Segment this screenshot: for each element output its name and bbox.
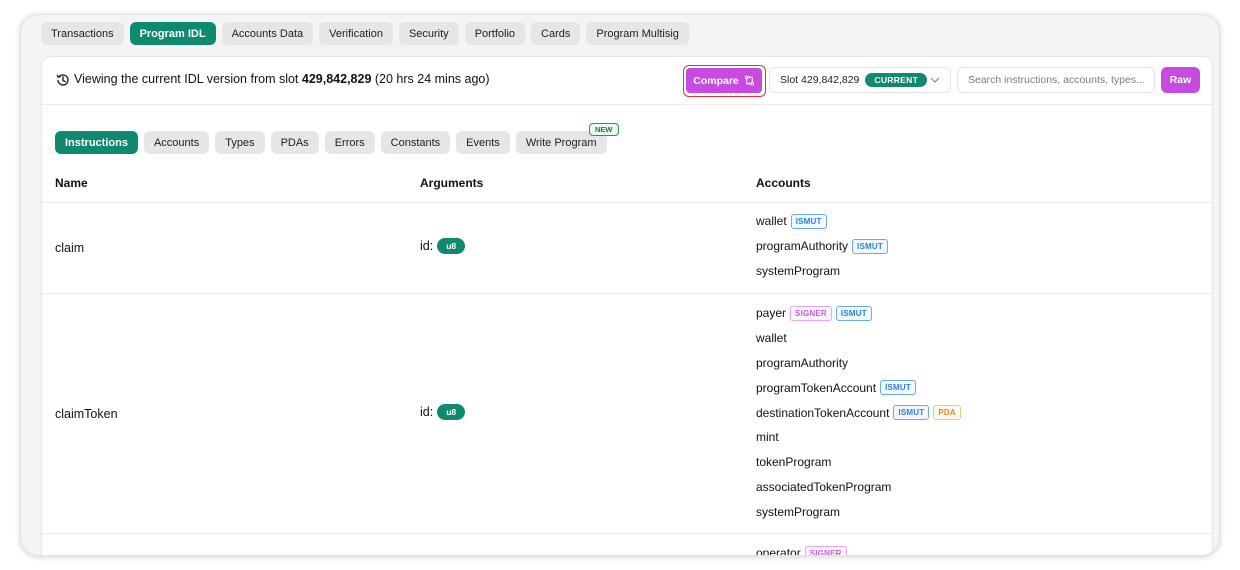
account-name: programTokenAccount [756, 380, 877, 395]
row-divider [42, 533, 1212, 534]
version-info: Viewing the current IDL version from slo… [74, 72, 490, 86]
app-frame: Transactions Program IDL Accounts Data V… [20, 14, 1220, 556]
account-list: wallet ISMUT programAuthority ISMUT syst… [756, 209, 888, 283]
account-item: operator SIGNER [756, 541, 847, 556]
raw-button[interactable]: Raw [1161, 67, 1200, 93]
account-item: destinationTokenAccount ISMUT PDA [756, 400, 961, 425]
account-name: tokenProgram [756, 455, 832, 470]
account-item: systemProgram [756, 259, 888, 284]
version-toolbar: Viewing the current IDL version from slo… [42, 57, 1212, 105]
tab-portfolio[interactable]: Portfolio [464, 22, 526, 45]
subtab-types[interactable]: Types [215, 131, 265, 154]
new-badge: NEW [589, 123, 619, 136]
instruction-name: claim [55, 241, 85, 255]
chevron-down-icon [930, 77, 940, 83]
header-accounts: Accounts [756, 176, 811, 190]
account-name: wallet [756, 331, 787, 346]
git-compare-icon [744, 75, 754, 86]
argument-name: id: [420, 239, 434, 253]
header-name: Name [55, 176, 88, 190]
instruction-name: claimToken [55, 407, 118, 421]
slot-select[interactable]: Slot 429,842,829 CURRENT [769, 67, 951, 93]
instruction-argument: id: u8 [420, 404, 466, 420]
tab-program-idl[interactable]: Program IDL [129, 22, 216, 45]
account-item: wallet [756, 326, 961, 351]
account-item: systemProgram [756, 499, 961, 524]
account-name: operator [756, 546, 801, 556]
account-name: wallet [756, 214, 787, 229]
tab-accounts-data[interactable]: Accounts Data [221, 22, 314, 45]
account-name: payer [756, 306, 787, 321]
tab-cards[interactable]: Cards [531, 22, 581, 45]
account-name: associatedTokenProgram [756, 479, 892, 494]
row-divider [42, 293, 1212, 294]
ismut-tag: ISMUT [880, 380, 916, 396]
idl-sub-tabs: Instructions Accounts Types PDAs Errors … [55, 123, 619, 154]
account-item: wallet ISMUT [756, 209, 888, 234]
account-name: systemProgram [756, 263, 841, 278]
argument-type: u8 [437, 238, 466, 254]
subtab-pdas[interactable]: PDAs [270, 131, 319, 154]
compare-label: Compare [693, 74, 739, 87]
account-name: programAuthority [756, 355, 849, 370]
account-name: destinationTokenAccount [756, 405, 890, 420]
subtab-instructions[interactable]: Instructions [55, 131, 138, 154]
account-list: operator SIGNER [756, 541, 847, 556]
account-name: systemProgram [756, 504, 841, 519]
ismut-tag: ISMUT [852, 238, 888, 254]
ismut-tag: ISMUT [893, 405, 930, 421]
subtab-write-program[interactable]: Write Program NEW [515, 123, 619, 154]
current-badge: CURRENT [865, 73, 928, 87]
argument-type: u8 [437, 404, 466, 420]
tab-verification[interactable]: Verification [319, 22, 393, 45]
tab-program-multisig[interactable]: Program Multisig [586, 22, 689, 45]
subtab-events[interactable]: Events [456, 131, 510, 154]
compare-highlight: Compare [683, 65, 766, 97]
account-item: mint [756, 425, 961, 450]
instruction-argument: id: u8 [420, 238, 466, 254]
account-item: payer SIGNER ISMUT [756, 301, 961, 326]
pda-tag: PDA [933, 405, 961, 421]
header-divider [42, 202, 1212, 203]
argument-name: id: [420, 405, 434, 419]
header-arguments: Arguments [420, 176, 484, 190]
tab-security[interactable]: Security [398, 22, 459, 45]
subtab-write-program-label: Write Program [525, 136, 597, 149]
version-prefix: Viewing the current IDL version from slo… [74, 72, 299, 86]
top-tab-bar: Transactions Program IDL Accounts Data V… [41, 22, 689, 45]
subtab-accounts[interactable]: Accounts [143, 131, 210, 154]
signer-tag: SIGNER [804, 545, 847, 555]
subtab-constants[interactable]: Constants [380, 131, 451, 154]
account-item: associatedTokenProgram [756, 475, 961, 500]
account-item: tokenProgram [756, 450, 961, 475]
account-item: programTokenAccount ISMUT [756, 375, 961, 400]
idl-card: Viewing the current IDL version from slo… [41, 56, 1213, 556]
ismut-tag: ISMUT [790, 213, 827, 229]
account-name: mint [756, 430, 779, 445]
account-item: programAuthority [756, 351, 961, 376]
history-icon [56, 74, 69, 86]
subtab-errors[interactable]: Errors [324, 131, 375, 154]
ismut-tag: ISMUT [835, 305, 872, 321]
search-input[interactable] [957, 67, 1155, 93]
slot-label: Slot 429,842,829 [780, 74, 860, 86]
version-age: (20 hrs 24 mins ago) [374, 72, 490, 86]
version-slot: 429,842,829 [301, 72, 372, 86]
account-name: programAuthority [756, 239, 849, 254]
tab-transactions[interactable]: Transactions [41, 22, 124, 45]
account-item: programAuthority ISMUT [756, 234, 888, 259]
signer-tag: SIGNER [790, 305, 832, 321]
compare-button[interactable]: Compare [686, 68, 762, 93]
account-list: payer SIGNER ISMUT wallet programAuthori… [756, 301, 961, 524]
